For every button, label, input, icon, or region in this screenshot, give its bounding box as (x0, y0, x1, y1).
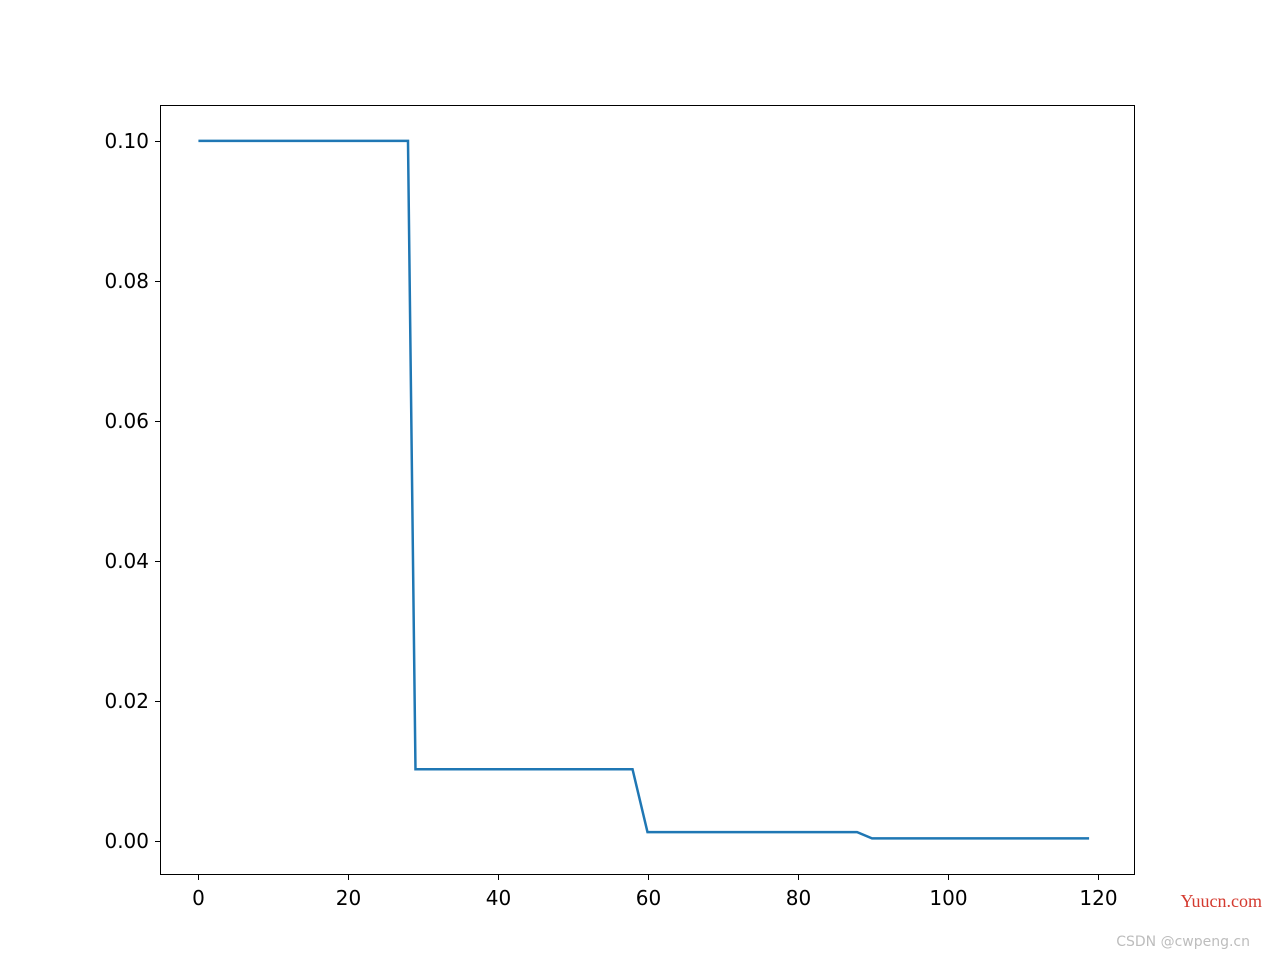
xtick-mark (648, 874, 649, 880)
xtick-label: 80 (786, 886, 811, 910)
chart-figure: 0204060801001200.000.020.040.060.080.10 … (0, 0, 1280, 960)
watermark-right: Yuucn.com (1181, 891, 1262, 912)
watermark-bottom: CSDN @cwpeng.cn (1116, 934, 1250, 950)
ytick-label: 0.06 (104, 409, 149, 433)
xtick-mark (1098, 874, 1099, 880)
ytick-mark (155, 281, 161, 282)
ytick-mark (155, 141, 161, 142)
ytick-label: 0.10 (104, 129, 149, 153)
xtick-label: 100 (929, 886, 967, 910)
ytick-mark (155, 701, 161, 702)
xtick-mark (198, 874, 199, 880)
xtick-mark (948, 874, 949, 880)
ytick-label: 0.02 (104, 689, 149, 713)
chart-axes: 0204060801001200.000.020.040.060.080.10 (160, 105, 1135, 875)
xtick-mark (798, 874, 799, 880)
xtick-label: 120 (1079, 886, 1117, 910)
ytick-label: 0.00 (104, 829, 149, 853)
ytick-label: 0.04 (104, 549, 149, 573)
xtick-label: 0 (192, 886, 205, 910)
xtick-label: 60 (636, 886, 661, 910)
line-series (198, 141, 1089, 838)
xtick-mark (498, 874, 499, 880)
ytick-label: 0.08 (104, 269, 149, 293)
xtick-label: 20 (336, 886, 361, 910)
xtick-label: 40 (486, 886, 511, 910)
ytick-mark (155, 841, 161, 842)
ytick-mark (155, 421, 161, 422)
xtick-mark (348, 874, 349, 880)
ytick-mark (155, 561, 161, 562)
line-plot-svg (161, 106, 1134, 874)
